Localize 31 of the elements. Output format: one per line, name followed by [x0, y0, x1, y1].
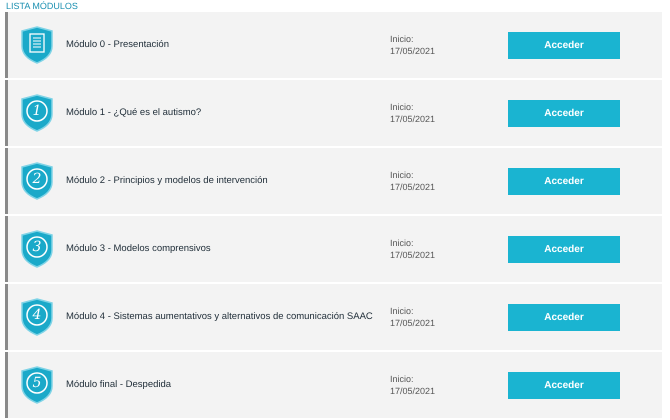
- access-button[interactable]: Acceder: [508, 100, 620, 126]
- module-title: Módulo 4 - Sistemas aumentativos y alternativos de comunicación SAAC: [66, 310, 374, 324]
- start-date: 17/05/2021: [390, 113, 436, 125]
- section-heading: LISTA MÓDULOS: [5, 0, 79, 12]
- access-button[interactable]: Acceder: [508, 236, 620, 262]
- shield-number-icon: 4: [20, 298, 54, 336]
- shield-number-icon: 3: [20, 230, 54, 268]
- start-date: 17/05/2021: [390, 317, 436, 329]
- start-label: Inicio:: [390, 33, 415, 45]
- start-label: Inicio:: [390, 305, 415, 317]
- shield-number-icon: 2: [20, 162, 54, 200]
- start-date: 17/05/2021: [390, 385, 436, 397]
- module-title: Módulo 3 - Modelos comprensivos: [66, 242, 212, 256]
- start-label: Inicio:: [390, 373, 415, 385]
- access-button[interactable]: Acceder: [508, 32, 620, 58]
- start-date: 17/05/2021: [390, 249, 436, 261]
- start-label: Inicio:: [390, 101, 415, 113]
- shield-number-icon: 5: [20, 366, 54, 404]
- shield-number-icon: 1: [20, 94, 54, 132]
- start-date: 17/05/2021: [390, 45, 436, 57]
- module-title: Módulo final - Despedida: [66, 378, 172, 392]
- start-date: 17/05/2021: [390, 181, 436, 193]
- access-button[interactable]: Acceder: [508, 168, 620, 194]
- module-title: Módulo 1 - ¿Qué es el autismo?: [66, 106, 202, 120]
- access-button[interactable]: Acceder: [508, 304, 620, 330]
- access-button[interactable]: Acceder: [508, 372, 620, 398]
- module-title: Módulo 2 - Principios y modelos de intervención: [66, 174, 269, 188]
- start-label: Inicio:: [390, 237, 415, 249]
- shield-document-icon: [20, 26, 54, 64]
- start-label: Inicio:: [390, 169, 415, 181]
- module-title: Módulo 0 - Presentación: [66, 38, 170, 52]
